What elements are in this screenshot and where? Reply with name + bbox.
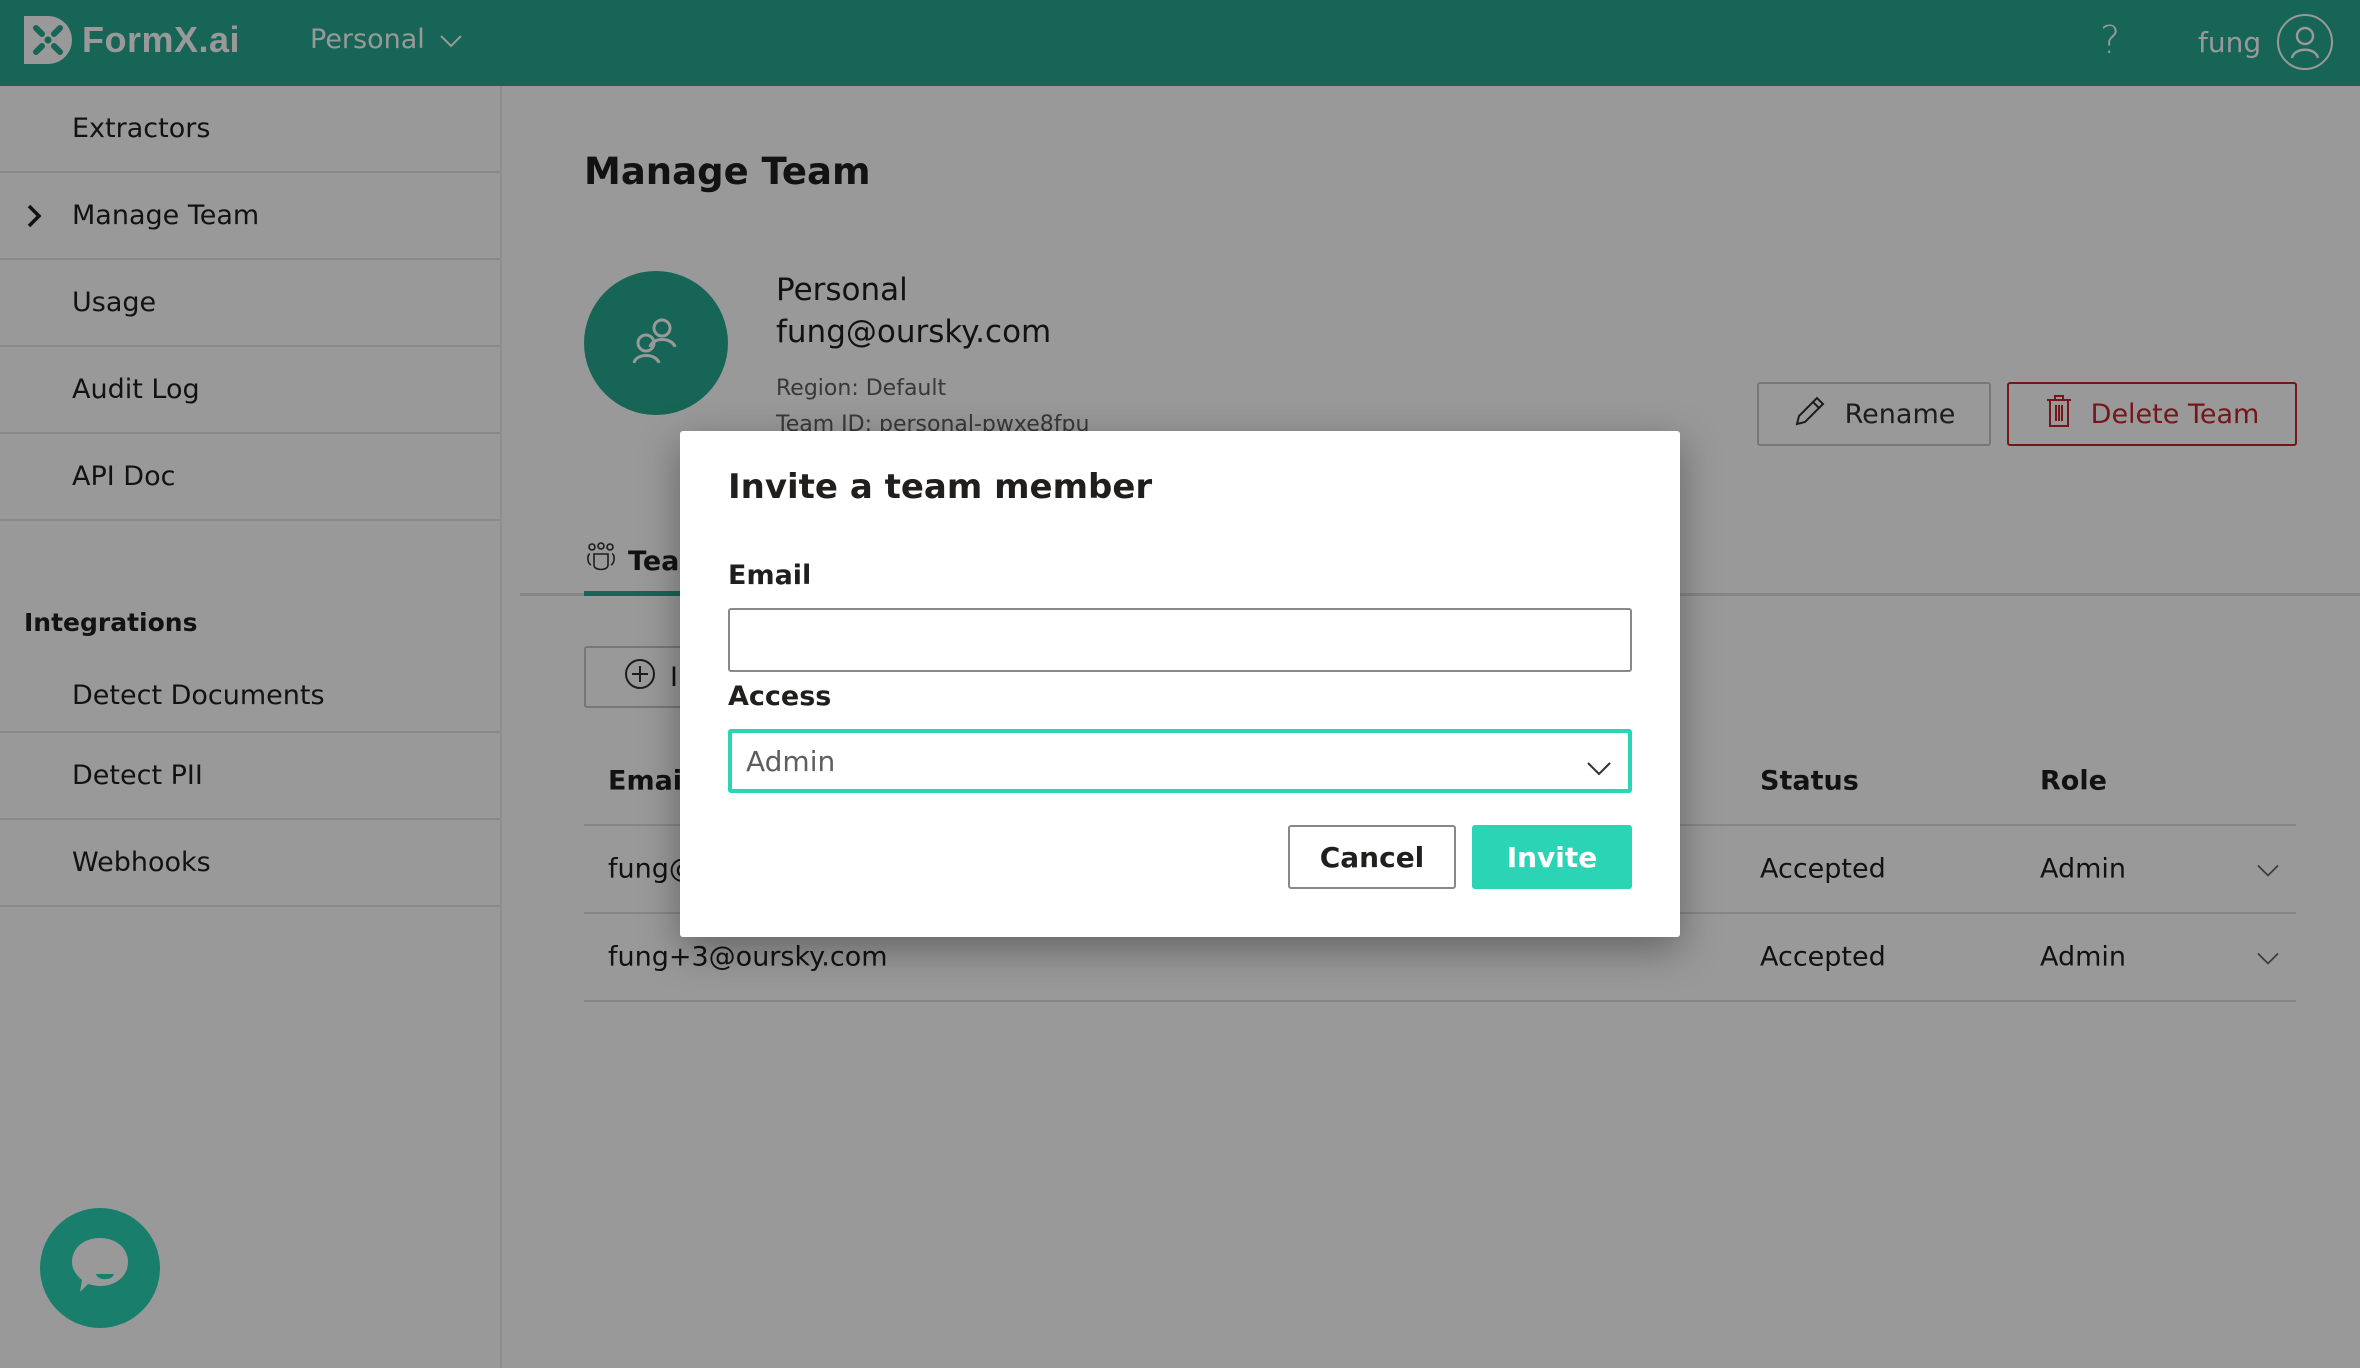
email-label: Email [728, 560, 812, 591]
invite-button[interactable]: Invite [1472, 825, 1632, 889]
invite-member-dialog: Invite a team member Email Access Admin … [680, 431, 1680, 937]
email-input[interactable] [728, 608, 1632, 672]
access-label: Access [728, 681, 832, 712]
chevron-down-icon [1586, 751, 1612, 784]
access-selected-value: Admin [746, 744, 836, 778]
dialog-title: Invite a team member [728, 467, 1153, 507]
cancel-button[interactable]: Cancel [1288, 825, 1456, 889]
access-select[interactable]: Admin [728, 729, 1632, 793]
